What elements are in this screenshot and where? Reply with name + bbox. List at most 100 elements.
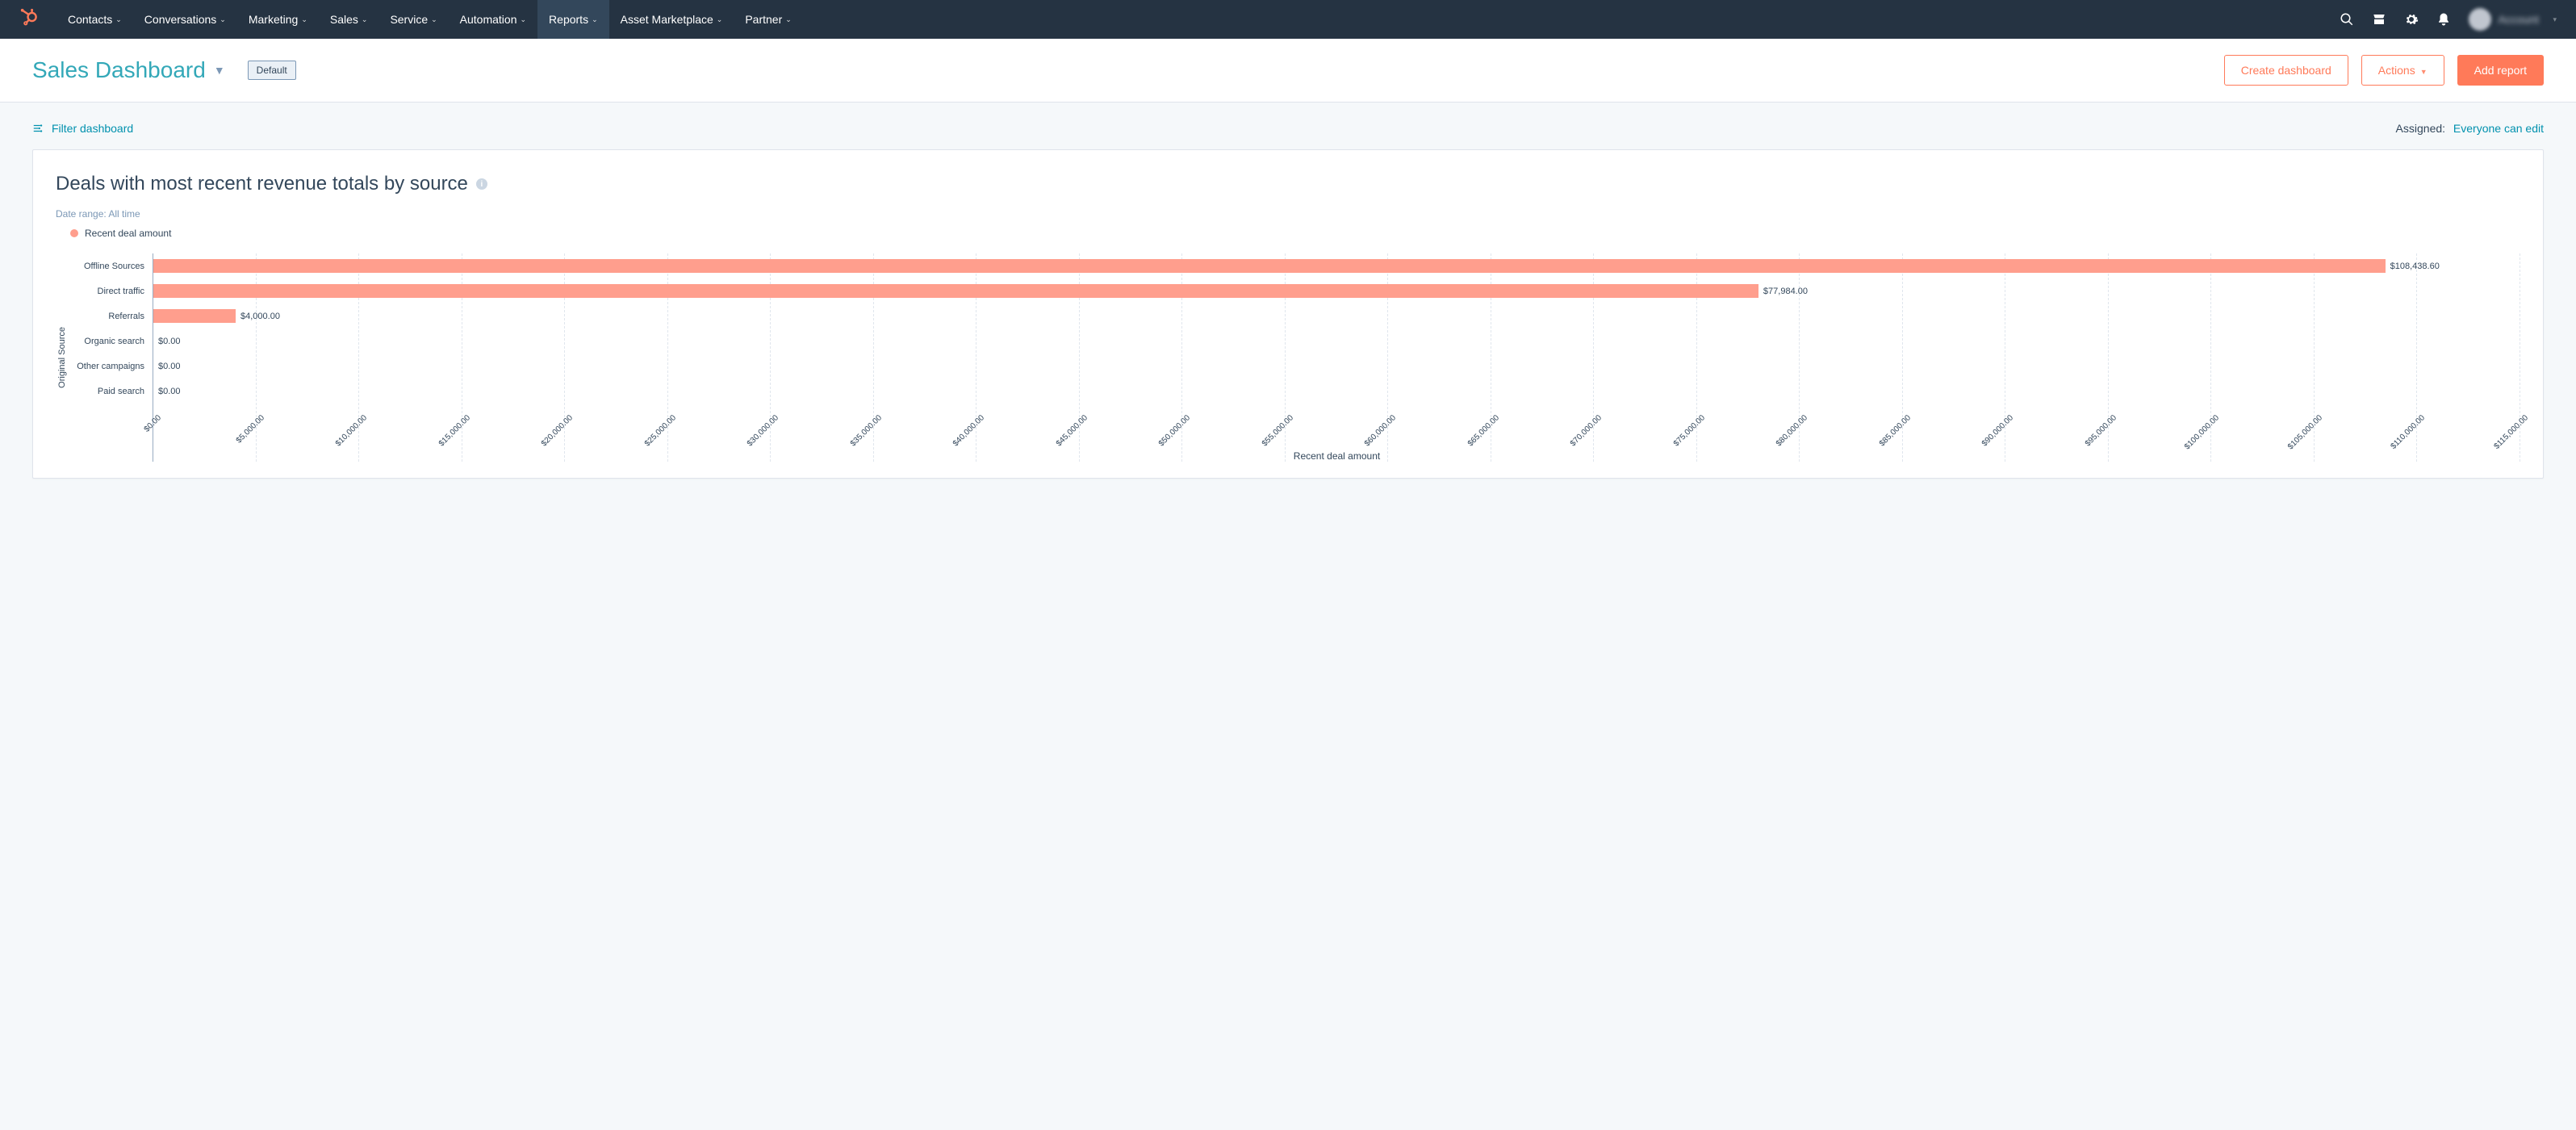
chevron-down-icon: ⌄ — [592, 15, 598, 24]
assigned-label: Assigned: — [2396, 122, 2445, 135]
x-tick-label: $55,000.00 — [1261, 413, 1295, 448]
nav-item-sales[interactable]: Sales ⌄ — [319, 0, 379, 39]
x-tick-label: $30,000.00 — [746, 413, 780, 448]
nav-item-reports[interactable]: Reports⌄ — [537, 0, 609, 39]
bar-value-label: $0.00 — [158, 362, 181, 371]
chevron-down-icon: ⌄ — [431, 15, 437, 24]
chevron-down-icon: ▾ — [2553, 15, 2557, 24]
create-dashboard-button[interactable]: Create dashboard — [2224, 55, 2348, 86]
nav-item-marketing[interactable]: Marketing⌄ — [237, 0, 319, 39]
default-badge: Default — [248, 61, 296, 80]
y-axis-title: Original Source — [56, 327, 69, 388]
filter-dashboard-link[interactable]: Filter dashboard — [52, 122, 133, 135]
chart-bar[interactable] — [153, 259, 2386, 273]
assigned-block: Assigned: Everyone can edit — [2396, 122, 2544, 135]
nav-item-label: Contacts — [68, 13, 112, 26]
nav-item-label: Automation — [460, 13, 517, 26]
x-tick-label: $15,000.00 — [437, 413, 471, 448]
x-tick-label: $10,000.00 — [334, 413, 369, 448]
nav-item-automation[interactable]: Automation ⌄ — [449, 0, 537, 39]
y-tick-label: Referrals — [69, 303, 153, 329]
date-range: Date range: All time — [56, 208, 2520, 220]
chevron-down-icon: ▼ — [214, 64, 225, 77]
x-tick-label: $105,000.00 — [2286, 413, 2324, 451]
search-icon[interactable] — [2340, 12, 2354, 27]
bar-value-label: $77,984.00 — [1763, 287, 1808, 296]
bar-row: $0.00 — [153, 379, 2520, 404]
y-tick-label: Offline Sources — [69, 253, 153, 278]
chevron-down-icon: ⌄ — [115, 15, 122, 24]
bar-row: $0.00 — [153, 354, 2520, 379]
bar-row: $77,984.00 — [153, 278, 2520, 303]
account-menu[interactable]: Account ▾ — [2469, 8, 2557, 31]
chevron-down-icon: ⌄ — [785, 15, 792, 24]
avatar — [2469, 8, 2491, 31]
chart-bar[interactable] — [153, 309, 236, 323]
nav-item-conversations[interactable]: Conversations⌄ — [133, 0, 237, 39]
chart-area: Original Source Offline SourcesDirect tr… — [56, 253, 2520, 462]
actions-dropdown-button[interactable]: Actions ▼ — [2361, 55, 2444, 86]
x-tick-label: $25,000.00 — [642, 413, 677, 448]
marketplace-icon[interactable] — [2372, 12, 2386, 27]
notifications-icon[interactable] — [2436, 12, 2451, 27]
x-tick-label: $100,000.00 — [2183, 413, 2221, 451]
header-actions: Create dashboard Actions ▼ Add report — [2224, 55, 2544, 86]
x-tick-label: $110,000.00 — [2390, 413, 2428, 451]
nav-item-label: Marketing — [249, 13, 298, 26]
nav-item-service[interactable]: Service⌄ — [378, 0, 448, 39]
bar-row: $4,000.00 — [153, 303, 2520, 329]
x-tick-label: $40,000.00 — [951, 413, 986, 448]
actions-label: Actions — [2378, 64, 2415, 77]
assigned-value-link[interactable]: Everyone can edit — [2453, 122, 2544, 135]
bar-row: $0.00 — [153, 329, 2520, 354]
x-tick-label: $65,000.00 — [1466, 413, 1501, 448]
x-tick-label: $5,000.00 — [234, 413, 266, 445]
date-range-value: All time — [108, 208, 140, 220]
account-name: Account — [2498, 13, 2546, 26]
nav-items: Contacts⌄Conversations⌄Marketing⌄Sales⌄S… — [56, 0, 803, 39]
nav-item-label: Conversations — [144, 13, 217, 26]
date-range-label: Date range: — [56, 208, 107, 220]
chart-plot[interactable]: $108,438.60 $77,984.00 $4,000.00 $0.00 $0.00… — [153, 253, 2520, 462]
chevron-down-icon: ⌄ — [521, 15, 527, 24]
settings-icon[interactable] — [2404, 12, 2419, 27]
x-axis-title: Recent deal amount — [153, 450, 2520, 462]
chevron-down-icon: ▼ — [2420, 68, 2428, 76]
report-card: Deals with most recent revenue totals by… — [32, 149, 2544, 479]
x-tick-label: $70,000.00 — [1569, 413, 1604, 448]
dashboard-title: Sales Dashboard — [32, 57, 206, 83]
bar-value-label: $0.00 — [158, 387, 181, 396]
chart-legend[interactable]: Recent deal amount — [70, 228, 2520, 239]
chart-bars: $108,438.60 $77,984.00 $4,000.00 $0.00 $0.00… — [153, 253, 2520, 404]
x-axis-ticks: $0.00$5,000.00$10,000.00$15,000.00$20,00… — [153, 404, 2520, 450]
x-tick-label: $90,000.00 — [1980, 413, 2015, 448]
add-report-button[interactable]: Add report — [2457, 55, 2544, 86]
filter-row: Filter dashboard Assigned: Everyone can … — [0, 103, 2576, 149]
filter-icon[interactable] — [32, 123, 44, 134]
dashboard-header: Sales Dashboard ▼ Default Create dashboa… — [0, 39, 2576, 103]
nav-item-label: Partner — [745, 13, 782, 26]
chevron-down-icon: ⌄ — [362, 15, 368, 24]
x-tick-label: $20,000.00 — [540, 413, 575, 448]
x-tick-label: $35,000.00 — [848, 413, 883, 448]
info-icon[interactable]: i — [476, 178, 487, 190]
card-title-row: Deals with most recent revenue totals by… — [56, 173, 2520, 195]
dashboard-title-dropdown[interactable]: Sales Dashboard ▼ — [32, 57, 225, 83]
bar-value-label: $108,438.60 — [2390, 262, 2440, 271]
x-tick-label: $115,000.00 — [2492, 413, 2530, 451]
bar-value-label: $0.00 — [158, 337, 181, 346]
y-tick-label: Direct traffic — [69, 278, 153, 303]
x-tick-label: $95,000.00 — [2084, 413, 2118, 448]
nav-item-asset-marketplace[interactable]: Asset Marketplace⌄ — [609, 0, 734, 39]
y-tick-label: Paid search — [69, 379, 153, 404]
nav-item-partner[interactable]: Partner⌄ — [734, 0, 802, 39]
bar-row: $108,438.60 — [153, 253, 2520, 278]
x-tick-label: $80,000.00 — [1775, 413, 1809, 448]
nav-item-contacts[interactable]: Contacts⌄ — [56, 0, 133, 39]
nav-item-label: Sales — [330, 13, 358, 26]
hubspot-logo[interactable] — [19, 8, 37, 31]
bar-value-label: $4,000.00 — [240, 312, 280, 321]
nav-right: Account ▾ — [2340, 8, 2557, 31]
legend-label: Recent deal amount — [85, 228, 171, 239]
chart-bar[interactable] — [153, 284, 1758, 298]
